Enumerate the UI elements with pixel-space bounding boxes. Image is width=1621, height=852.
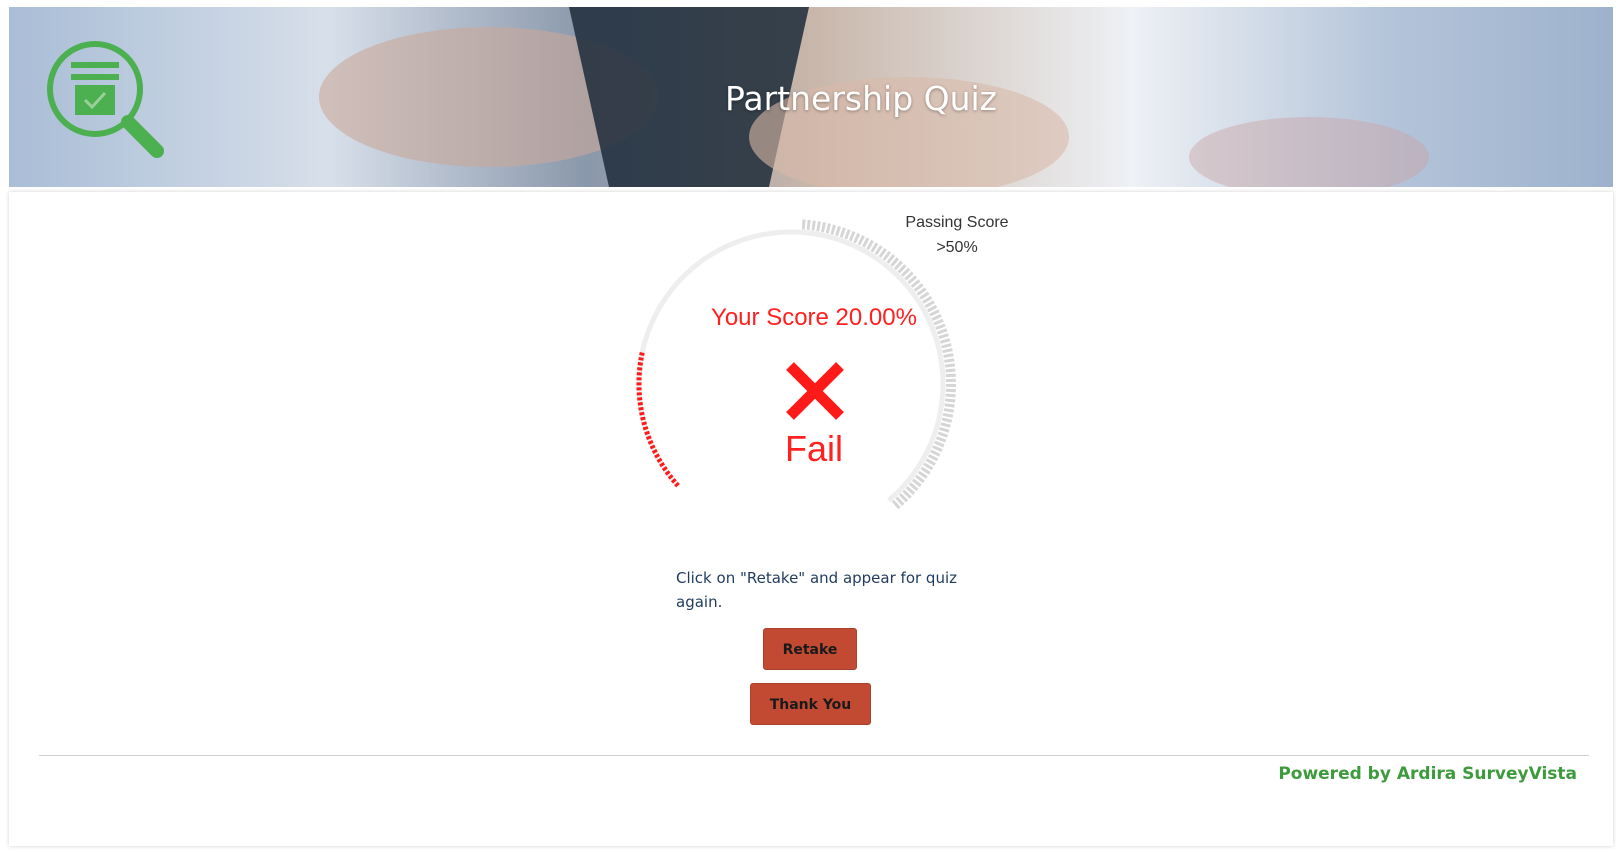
fail-x-icon (786, 362, 844, 420)
passing-score-label: Passing Score >50% (887, 210, 1027, 260)
passing-score-title: Passing Score (905, 214, 1009, 231)
powered-by-link[interactable]: Powered by Ardira SurveyVista (1278, 764, 1577, 784)
passing-score-value: >50% (936, 239, 978, 256)
result-card: Passing Score >50% Your Score 20.00% Fai… (9, 192, 1613, 846)
your-score-text: Your Score 20.00% (711, 304, 917, 331)
page-title: Partnership Quiz (724, 79, 998, 118)
header-banner: Partnership Quiz (9, 7, 1613, 187)
status-text: Fail (784, 428, 843, 469)
thank-you-button[interactable]: Thank You (750, 683, 871, 725)
retake-button[interactable]: Retake (763, 628, 857, 670)
score-arc (636, 350, 680, 488)
retake-message: Click on "Retake" and appear for quiz ag… (676, 569, 958, 611)
footer-divider (39, 755, 1589, 756)
